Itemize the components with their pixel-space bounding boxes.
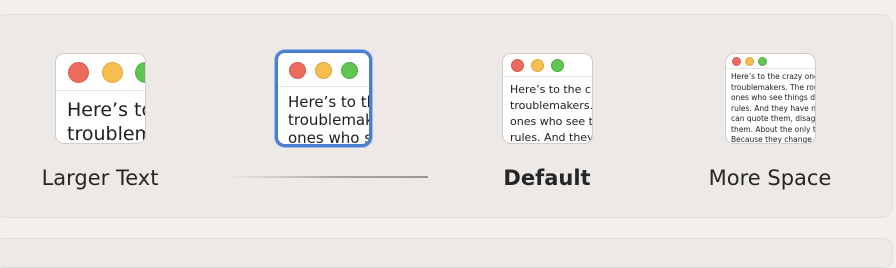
close-dot (732, 57, 741, 66)
zoom-dot (341, 62, 358, 79)
default-preview-icon[interactable]: Here’s to the crazy ones. troublemakers.… (502, 53, 593, 144)
zoom-dot (551, 59, 564, 72)
minimize-dot (315, 62, 332, 79)
sample-text: Here’s to the crazy ones. troublemakers. (67, 99, 145, 144)
medium-preview-icon[interactable]: Here’s to the crazy ones. troublemakers.… (275, 50, 372, 147)
more-space-preview-icon[interactable]: Here’s to the crazy ones. troublemakers.… (725, 53, 816, 144)
close-dot (511, 59, 524, 72)
minimize-dot (531, 59, 544, 72)
slider-track (228, 176, 428, 178)
sample-text: Here’s to the crazy ones. troublemakers.… (510, 83, 593, 144)
larger-text-label: Larger Text (41, 166, 159, 190)
sample-text: Here’s to the crazy ones. troublemakers.… (288, 93, 372, 147)
larger-text-preview-icon[interactable]: Here’s to the crazy ones. troublemakers. (55, 53, 146, 144)
more-space-label: More Space (708, 166, 832, 190)
sample-text: Here’s to the crazy ones. troublemakers.… (731, 72, 816, 144)
minimize-dot (745, 57, 754, 66)
default-label: Default (503, 166, 591, 190)
minimize-dot (102, 62, 123, 83)
close-dot (68, 62, 89, 83)
next-settings-group (0, 238, 893, 268)
zoom-dot (758, 57, 767, 66)
close-dot (289, 62, 306, 79)
